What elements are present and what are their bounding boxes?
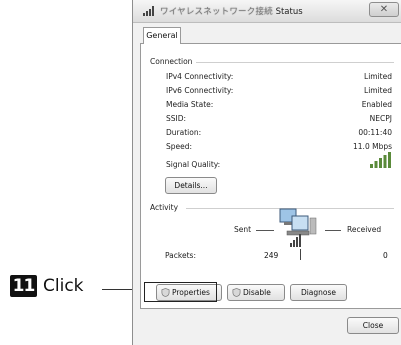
- title-close-button[interactable]: ✕: [369, 2, 399, 17]
- speed-label: Speed:: [166, 142, 193, 151]
- packets-received-value: 0: [383, 251, 388, 260]
- media-state-value: Enabled: [361, 100, 392, 109]
- pointer-line: [102, 289, 135, 290]
- duration-label: Duration:: [166, 128, 202, 137]
- signal-bars-icon: [143, 6, 154, 16]
- ssid-value: NECPJ: [369, 114, 392, 123]
- ipv6-connectivity-label: IPv6 Connectivity:: [166, 86, 234, 95]
- connection-group-divider: [196, 62, 394, 63]
- ipv4-connectivity-label: IPv4 Connectivity:: [166, 72, 234, 81]
- disable-button[interactable]: Disable: [227, 284, 285, 301]
- activity-group-label: Activity: [150, 203, 179, 212]
- properties-highlight-box: [144, 282, 217, 302]
- details-button[interactable]: Details...: [165, 177, 217, 194]
- duration-value: 00:11:40: [358, 128, 392, 137]
- window-title-suffix: Status: [275, 7, 303, 17]
- received-label: Received: [347, 225, 382, 234]
- disable-button-label: Disable: [243, 288, 271, 297]
- close-button[interactable]: Close: [347, 317, 399, 334]
- received-line: [325, 230, 341, 231]
- ssid-label: SSID:: [166, 114, 187, 123]
- activity-separator: [300, 249, 301, 260]
- diagnose-button[interactable]: Diagnose: [290, 284, 347, 301]
- network-computers-icon: [279, 208, 317, 247]
- signal-quality-icon: [370, 152, 391, 168]
- step-instruction-label: Click: [43, 276, 84, 296]
- general-panel: Connection IPv4 Connectivity: Limited IP…: [140, 43, 401, 309]
- signal-quality-label: Signal Quality:: [166, 160, 221, 169]
- connection-group-label: Connection: [150, 57, 193, 66]
- packets-label: Packets:: [165, 251, 196, 260]
- shield-icon: [232, 288, 241, 297]
- window-title-connection-name: ワイヤレスネットワーク接続: [160, 7, 273, 17]
- title-bar[interactable]: ワイヤレスネットワーク接続 Status ✕: [133, 0, 401, 23]
- tab-general[interactable]: General: [143, 27, 181, 44]
- step-number-badge: 11: [10, 275, 37, 297]
- ipv6-connectivity-value: Limited: [364, 86, 392, 95]
- media-state-label: Media State:: [166, 100, 214, 109]
- ipv4-connectivity-value: Limited: [364, 72, 392, 81]
- sent-line: [256, 230, 274, 231]
- window-title: ワイヤレスネットワーク接続 Status: [160, 5, 303, 17]
- sent-label: Sent: [234, 225, 252, 234]
- speed-value: 11.0 Mbps: [353, 142, 392, 151]
- packets-sent-value: 249: [264, 251, 279, 260]
